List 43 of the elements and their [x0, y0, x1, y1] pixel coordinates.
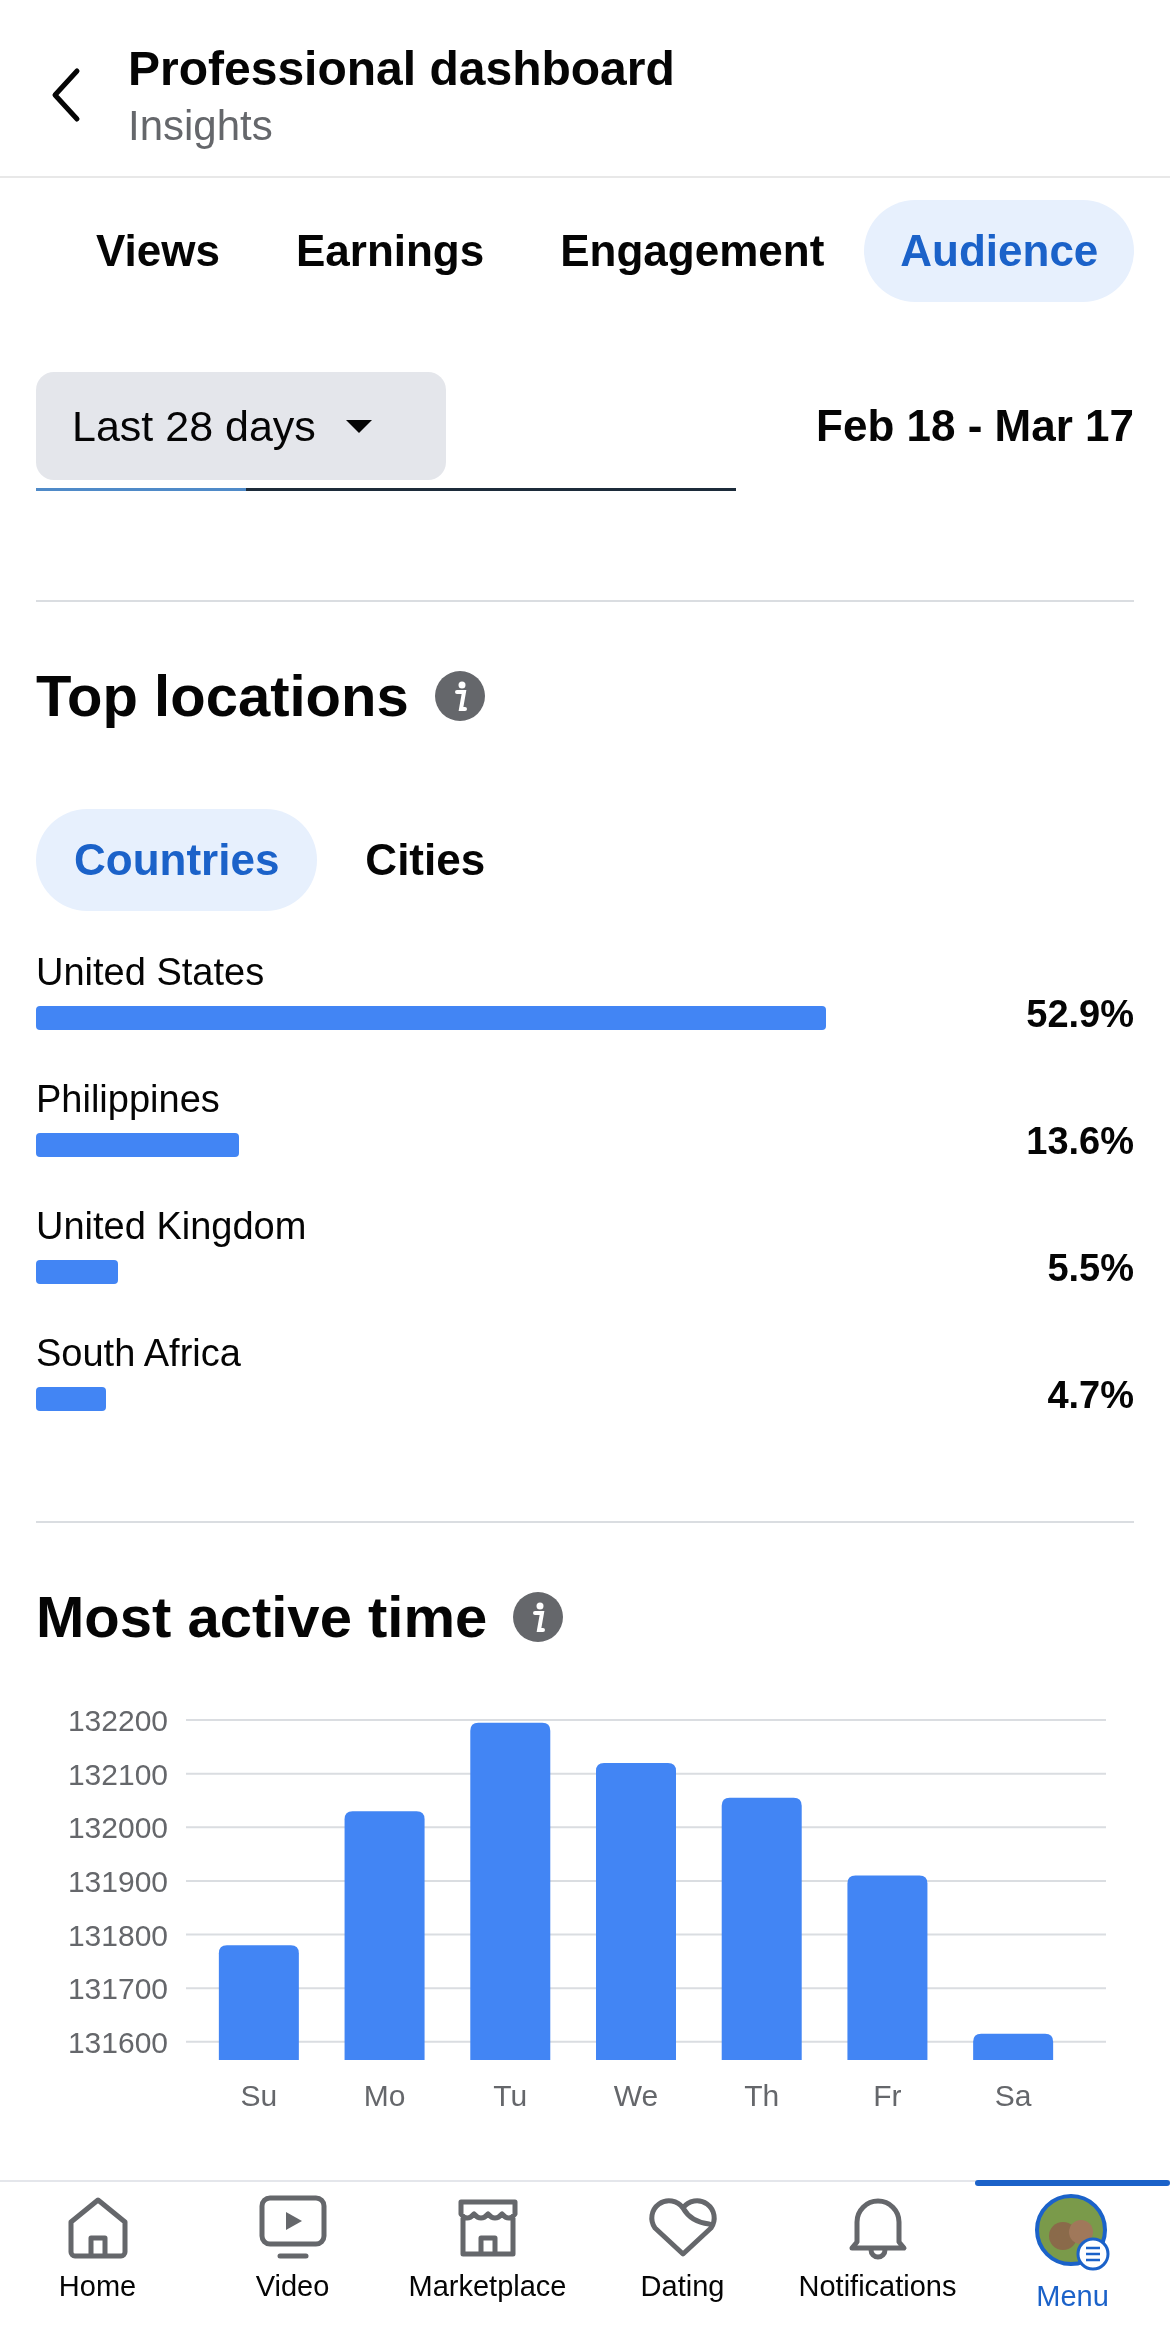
axis-label: 132000 [67, 1811, 168, 1845]
percentage: 4.7% [1046, 1374, 1134, 1417]
axis-label: Tu [493, 2079, 528, 2112]
tab[interactable]: Earnings [259, 200, 521, 302]
page-title: Professional dashboard [128, 40, 675, 96]
axis-label: 131800 [67, 1918, 168, 1952]
tab[interactable]: Engagement [524, 200, 861, 302]
nav-tab[interactable]: Notifications [780, 2182, 975, 2342]
axis-label: Mo [363, 2079, 406, 2112]
axis-label: Su [240, 2079, 278, 2112]
tab[interactable]: Audience [864, 200, 1135, 302]
tab[interactable]: Views [60, 200, 256, 302]
nav-tab[interactable]: Dating [585, 2182, 780, 2342]
axis-label: 132100 [67, 1757, 168, 1791]
bar-fill [36, 1387, 107, 1411]
axis-label: 131700 [67, 1972, 168, 2006]
axis-label: 131600 [67, 2025, 168, 2059]
axis-label: 132200 [67, 1704, 168, 1737]
nav-tab[interactable]: Marketplace [390, 2182, 585, 2342]
section-title: Most active time [36, 1583, 488, 1650]
percentage: 52.9% [1025, 993, 1134, 1036]
nav-tab[interactable]: Menu [975, 2182, 1170, 2342]
section-title: Top locations [36, 662, 409, 729]
axis-label: Sa [994, 2079, 1032, 2112]
nav-tab[interactable]: Home [0, 2182, 195, 2342]
nav-tab[interactable]: Video [195, 2182, 390, 2342]
filter-chip[interactable]: Countries [36, 809, 318, 911]
country-name: United Kingdom [36, 1205, 308, 1248]
filter-chip[interactable]: Cities [327, 809, 524, 911]
date-range-dropdown[interactable]: Last 28 days [36, 372, 446, 480]
info-icon[interactable] [513, 1591, 564, 1642]
percentage: 5.5% [1046, 1247, 1134, 1290]
axis-label: Th [744, 2079, 780, 2112]
page-subtitle: Insights [128, 101, 274, 150]
percentage: 13.6% [1025, 1120, 1134, 1163]
axis-label: 131900 [67, 1864, 168, 1898]
date-range: Feb 18 - Mar 17 [816, 401, 1134, 451]
axis-label: Fr [873, 2079, 902, 2112]
country-name: United States [36, 951, 266, 994]
country-name: Philippines [36, 1078, 221, 1121]
info-icon[interactable] [434, 670, 485, 721]
axis-label: We [613, 2079, 659, 2112]
country-name: South Africa [36, 1332, 242, 1375]
